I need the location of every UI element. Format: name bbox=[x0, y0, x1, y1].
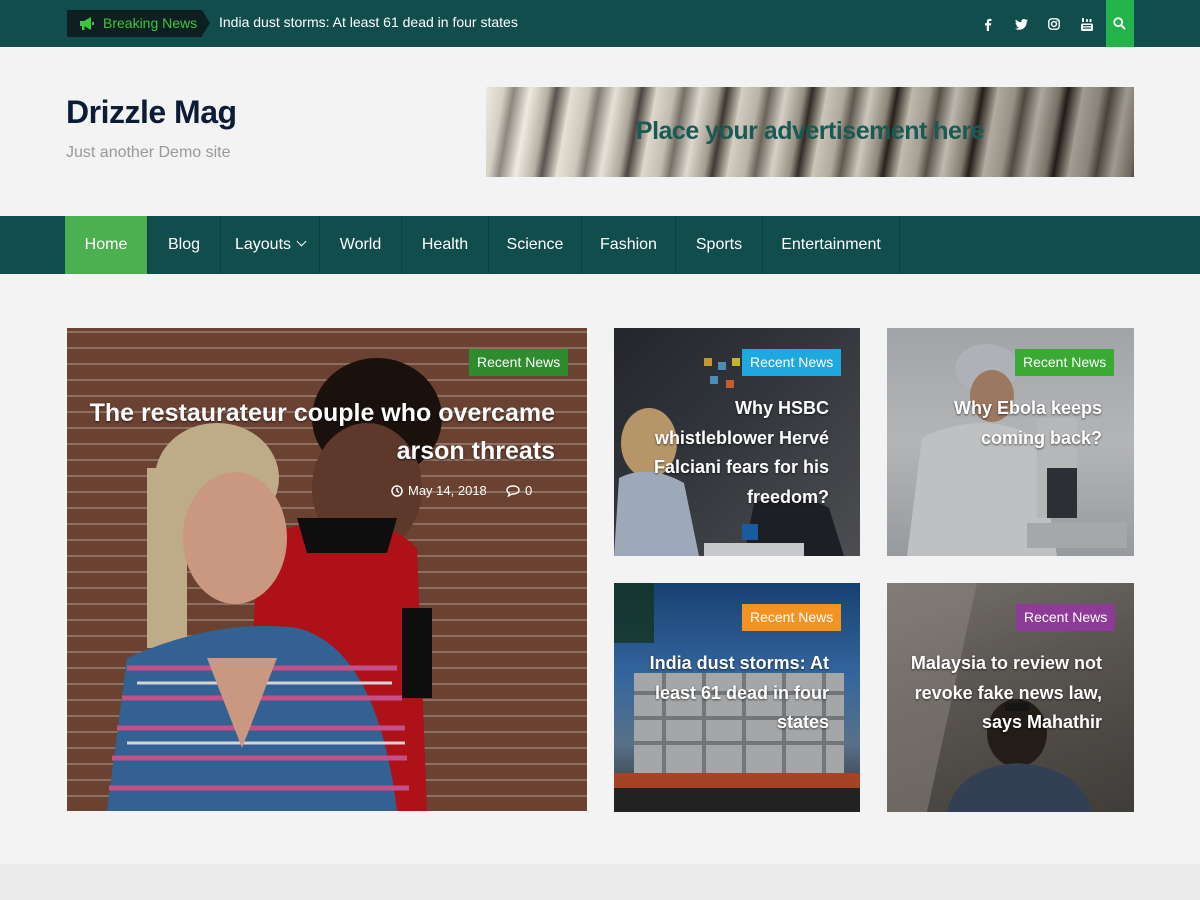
advertisement-banner[interactable]: Place your advertisement here bbox=[486, 87, 1134, 177]
post-comments[interactable]: 0 bbox=[506, 483, 532, 498]
breaking-news-headline-link[interactable]: India dust storms: At least 61 dead in f… bbox=[219, 14, 518, 30]
main-navigation: Home Blog Layouts World Health Science F… bbox=[0, 216, 1200, 274]
search-icon bbox=[1113, 17, 1126, 30]
post-card[interactable]: Recent News Why Ebola keeps coming back? bbox=[887, 328, 1134, 556]
nav-item-science[interactable]: Science bbox=[489, 216, 582, 274]
category-badge[interactable]: Recent News bbox=[742, 349, 842, 376]
ad-banner-text: Place your advertisement here bbox=[635, 117, 985, 145]
clock-icon bbox=[391, 485, 403, 497]
site-title[interactable]: Drizzle Mag bbox=[66, 94, 237, 131]
nav-item-entertainment[interactable]: Entertainment bbox=[763, 216, 900, 274]
post-card[interactable]: Recent News Malaysia to review not revok… bbox=[887, 583, 1134, 812]
footer-strip bbox=[0, 864, 1200, 900]
youtube-icon[interactable] bbox=[1077, 14, 1097, 34]
post-title[interactable]: Why Ebola keeps coming back? bbox=[902, 394, 1102, 453]
breaking-news-label-text: Breaking News bbox=[103, 15, 198, 31]
category-badge[interactable]: Recent News bbox=[1015, 349, 1115, 376]
megaphone-icon bbox=[80, 17, 94, 30]
post-card[interactable]: Recent News Why HSBC whistleblower Hervé… bbox=[614, 328, 860, 556]
featured-post-title[interactable]: The restaurateur couple who overcame ars… bbox=[85, 394, 555, 470]
nav-item-fashion[interactable]: Fashion bbox=[582, 216, 676, 274]
nav-item-health[interactable]: Health bbox=[402, 216, 489, 274]
category-badge[interactable]: Recent News bbox=[742, 604, 842, 631]
search-button[interactable] bbox=[1106, 0, 1134, 47]
nav-item-world[interactable]: World bbox=[320, 216, 402, 274]
post-date: May 14, 2018 bbox=[391, 483, 487, 498]
post-title[interactable]: Malaysia to review not revoke fake news … bbox=[902, 649, 1102, 738]
site-description: Just another Demo site bbox=[66, 144, 231, 161]
post-date-text: May 14, 2018 bbox=[408, 483, 487, 498]
category-badge[interactable]: Recent News bbox=[1016, 604, 1116, 631]
post-title[interactable]: India dust storms: At least 61 dead in f… bbox=[629, 649, 829, 738]
post-title[interactable]: Why HSBC whistleblower Hervé Falciani fe… bbox=[629, 394, 829, 512]
nav-item-layouts[interactable]: Layouts bbox=[221, 216, 320, 274]
facebook-icon[interactable] bbox=[978, 14, 998, 34]
category-badge[interactable]: Recent News bbox=[469, 349, 569, 376]
nav-item-blog[interactable]: Blog bbox=[148, 216, 221, 274]
comment-icon bbox=[506, 485, 520, 498]
post-card[interactable]: Recent News India dust storms: At least … bbox=[614, 583, 860, 812]
nav-item-layouts-label: Layouts bbox=[234, 236, 292, 253]
breaking-news-label: Breaking News bbox=[67, 10, 210, 37]
chevron-down-icon bbox=[296, 236, 307, 247]
nav-item-sports[interactable]: Sports bbox=[676, 216, 763, 274]
comment-count: 0 bbox=[525, 483, 533, 498]
top-bar: Breaking News India dust storms: At leas… bbox=[0, 0, 1200, 47]
instagram-icon[interactable] bbox=[1044, 14, 1064, 34]
featured-post-card[interactable]: Recent News The restaurateur couple who … bbox=[67, 328, 587, 811]
nav-item-home[interactable]: Home bbox=[65, 216, 148, 274]
twitter-icon[interactable] bbox=[1011, 14, 1031, 34]
